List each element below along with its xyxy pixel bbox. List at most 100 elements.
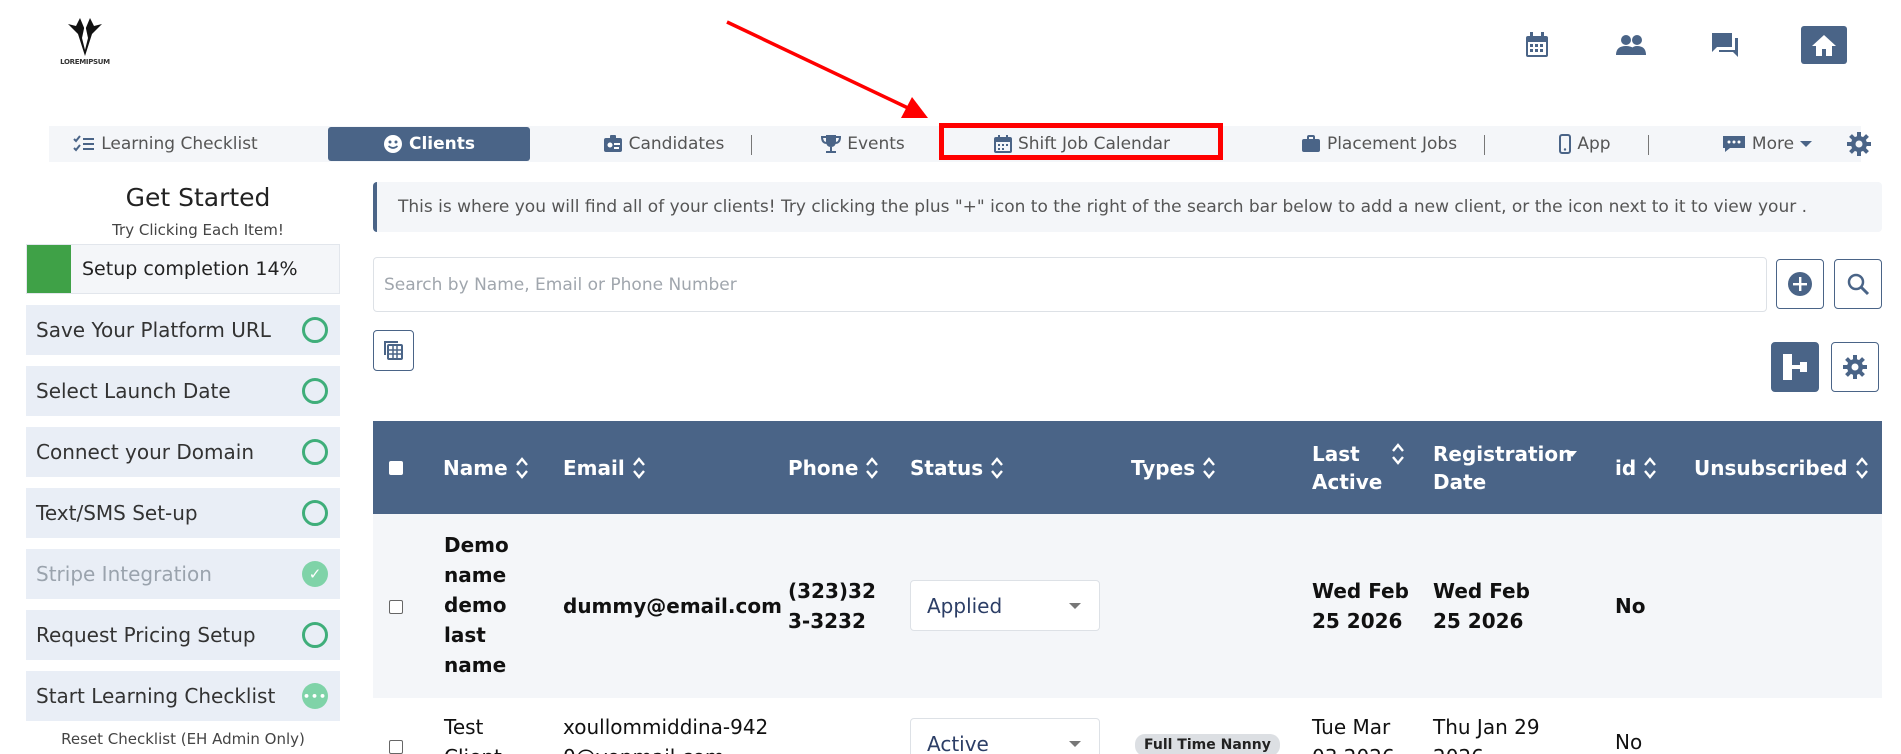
comment-icon	[1722, 136, 1745, 152]
circle-icon	[302, 439, 328, 465]
nav-learning-checklist[interactable]: Learning Checklist	[49, 126, 282, 162]
logo-text: LOREMIPSUM	[60, 58, 110, 66]
setup-progress-bar: Setup completion 14%	[26, 244, 340, 294]
sort-icon	[515, 456, 528, 479]
column-label: Status	[910, 455, 984, 480]
checklist-item-launch-date[interactable]: Select Launch Date	[26, 366, 340, 416]
status-select[interactable]: Applied	[910, 580, 1100, 631]
nav-more[interactable]: More	[1689, 126, 1845, 162]
checklist-item-label: Stripe Integration	[36, 562, 212, 586]
checkbox[interactable]	[389, 460, 403, 475]
nav-label: Learning Checklist	[101, 134, 258, 154]
nav-candidates[interactable]: Candidates	[576, 126, 751, 162]
briefcase-icon	[1301, 135, 1320, 152]
column-label: Email	[563, 455, 625, 480]
client-name[interactable]: Test Client	[444, 712, 514, 754]
calendar-button[interactable]	[1516, 24, 1558, 66]
type-badge: Full Time Nanny	[1135, 734, 1280, 754]
home-icon	[1812, 35, 1836, 56]
row-checkbox[interactable]	[389, 740, 403, 754]
checklist-item-label: Connect your Domain	[36, 440, 254, 464]
column-label: Registration Date	[1433, 441, 1573, 494]
chat-button[interactable]	[1704, 24, 1746, 66]
client-last-active: Wed Feb 25 2026	[1312, 579, 1409, 633]
table-row[interactable]: Demo name demo last name dummy@email.com…	[373, 514, 1882, 698]
sitemap-icon	[1783, 354, 1807, 380]
table-row[interactable]: Test Client xoullommiddina-9420@yopmail.…	[373, 698, 1882, 754]
checklist-item-stripe[interactable]: Stripe Integration ✓	[26, 549, 340, 599]
client-email: dummy@email.com	[563, 594, 782, 618]
row-checkbox[interactable]	[389, 600, 403, 614]
nav-events[interactable]: Events	[792, 126, 934, 162]
ellipsis-circle-icon: •••	[302, 683, 328, 709]
checklist-item-sms[interactable]: Text/SMS Set-up	[26, 488, 340, 538]
id-badge-icon	[603, 135, 622, 152]
column-label: id	[1615, 455, 1637, 480]
column-phone[interactable]: Phone	[788, 421, 879, 514]
column-name[interactable]: Name	[443, 421, 528, 514]
progress-label: Setup completion 14%	[82, 258, 298, 280]
checklist-item-label: Request Pricing Setup	[36, 623, 256, 647]
gear-icon	[1847, 132, 1871, 156]
checklist-item-learning[interactable]: Start Learning Checklist •••	[26, 671, 340, 721]
checklist-icon	[73, 135, 95, 152]
info-banner: This is where you will find all of your …	[373, 182, 1882, 232]
search-button[interactable]	[1834, 259, 1882, 309]
checklist-item-label: Save Your Platform URL	[36, 318, 271, 342]
client-last-active: Tue Mar 03 2026	[1312, 715, 1395, 754]
nav-label: More	[1751, 134, 1795, 154]
people-button[interactable]	[1610, 24, 1652, 66]
nav-label: App	[1577, 134, 1611, 154]
sort-icon	[1392, 442, 1404, 465]
column-label: Phone	[788, 455, 859, 480]
sidebar-subtitle: Try Clicking Each Item!	[112, 221, 284, 239]
add-client-button[interactable]	[1776, 259, 1824, 309]
nav-placement-jobs[interactable]: Placement Jobs	[1267, 126, 1491, 162]
client-registration-date: Thu Jan 29 2026	[1433, 715, 1540, 754]
sort-icon	[1855, 456, 1868, 479]
column-types[interactable]: Types	[1131, 421, 1216, 514]
home-button[interactable]	[1801, 26, 1847, 64]
nav-app[interactable]: App	[1525, 126, 1645, 162]
trophy-icon	[821, 135, 842, 153]
hierarchy-view-button[interactable]	[1771, 342, 1819, 392]
settings-button[interactable]	[1839, 126, 1879, 162]
column-id[interactable]: id	[1615, 421, 1657, 514]
column-unsubscribed[interactable]: Unsubscribed	[1694, 421, 1868, 514]
checklist-item-label: Select Launch Date	[36, 379, 231, 403]
nav-clients[interactable]: Clients	[328, 127, 530, 161]
nav-label: Placement Jobs	[1326, 134, 1458, 154]
phone-icon	[1559, 134, 1572, 154]
column-last-active[interactable]: Last Active	[1312, 421, 1404, 514]
checklist-item-platform-url[interactable]: Save Your Platform URL	[26, 305, 340, 355]
nav-divider	[1484, 135, 1485, 155]
sort-icon	[1203, 456, 1216, 479]
column-registration-date[interactable]: Registration Date	[1433, 421, 1578, 514]
smiley-icon	[383, 135, 402, 153]
column-status[interactable]: Status	[910, 421, 1004, 514]
table-settings-button[interactable]	[1831, 342, 1879, 392]
search-input[interactable]	[373, 257, 1767, 312]
nav-divider	[751, 135, 752, 155]
nav-divider	[1648, 135, 1649, 155]
progress-fill	[27, 245, 71, 293]
sidebar-title: Get Started	[125, 183, 271, 212]
export-spreadsheet-button[interactable]	[373, 330, 414, 371]
gear-icon	[1843, 355, 1867, 379]
checklist-item-pricing[interactable]: Request Pricing Setup	[26, 610, 340, 660]
brand-logo[interactable]: LOREMIPSUM	[60, 16, 110, 72]
column-email[interactable]: Email	[563, 421, 645, 514]
client-phone: (323)323-3232	[788, 579, 876, 633]
checklist-item-label: Start Learning Checklist	[36, 684, 276, 708]
column-label: Unsubscribed	[1694, 455, 1848, 480]
client-unsubscribed: No	[1615, 594, 1646, 618]
sort-icon	[866, 456, 879, 479]
checklist-item-domain[interactable]: Connect your Domain	[26, 427, 340, 477]
reset-checklist-link[interactable]: Reset Checklist (EH Admin Only)	[26, 730, 340, 748]
select-all-checkbox[interactable]	[389, 421, 403, 514]
status-select[interactable]: Active	[910, 718, 1100, 754]
client-name[interactable]: Demo name demo last name	[444, 530, 514, 680]
client-registration-date: Wed Feb 25 2026	[1433, 579, 1530, 633]
circle-icon	[302, 622, 328, 648]
sort-icon	[991, 456, 1004, 479]
